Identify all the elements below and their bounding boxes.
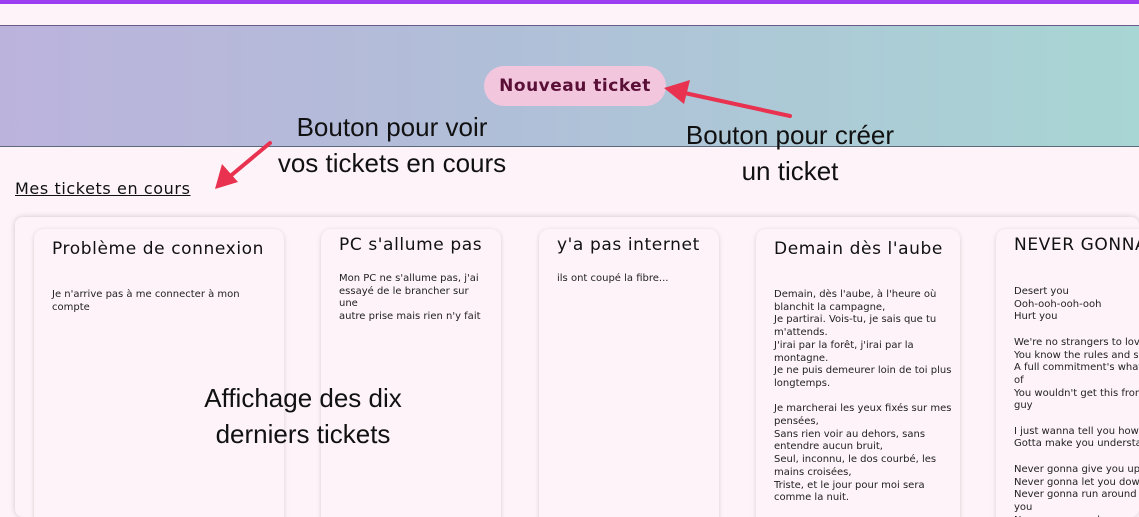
ticket-title: NEVER GONNA GIVE YOU UP [1014,235,1139,255]
tickets-panel: Problème de connexion Je n'arrive pas à … [15,217,1139,517]
ticket-body: Mon PC ne s'allume pas, j'ai essayé de l… [339,273,481,323]
annotation-create-ticket: Bouton pour créer un ticket [685,120,895,186]
ticket-title: y'a pas internet [557,235,700,255]
my-tickets-link[interactable]: Mes tickets en cours [15,179,191,198]
ticket-body: Desert you Ooh-ooh-ooh-ooh Hurt you We'r… [1014,286,1139,517]
ticket-body: Demain, dès l'aube, à l'heure où blanchi… [774,289,952,504]
top-bar [0,4,1139,26]
ticket-card[interactable]: PC s'allume pas Mon PC ne s'allume pas, … [321,229,501,517]
annotation-display-tickets: Affichage des dix derniers tickets [204,383,402,449]
ticket-body: Je n'arrive pas à me connecter à mon com… [52,289,240,313]
ticket-title: PC s'allume pas [339,235,483,255]
ticket-card[interactable]: NEVER GONNA GIVE YOU UP Desert you Ooh-o… [996,229,1139,517]
ticket-title: Demain dès l'aube [774,239,943,259]
ticket-title: Problème de connexion [52,239,265,259]
ticket-body: ils ont coupé la fibre... [557,273,669,284]
ticket-card[interactable]: Problème de connexion Je n'arrive pas à … [34,229,284,517]
new-ticket-button[interactable]: Nouveau ticket [484,66,666,106]
annotation-view-tickets: Bouton pour voir vos tickets en cours [277,112,507,178]
ticket-card[interactable]: Demain dès l'aube Demain, dès l'aube, à … [756,229,960,517]
ticket-card[interactable]: y'a pas internet ils ont coupé la fibre.… [539,229,719,517]
